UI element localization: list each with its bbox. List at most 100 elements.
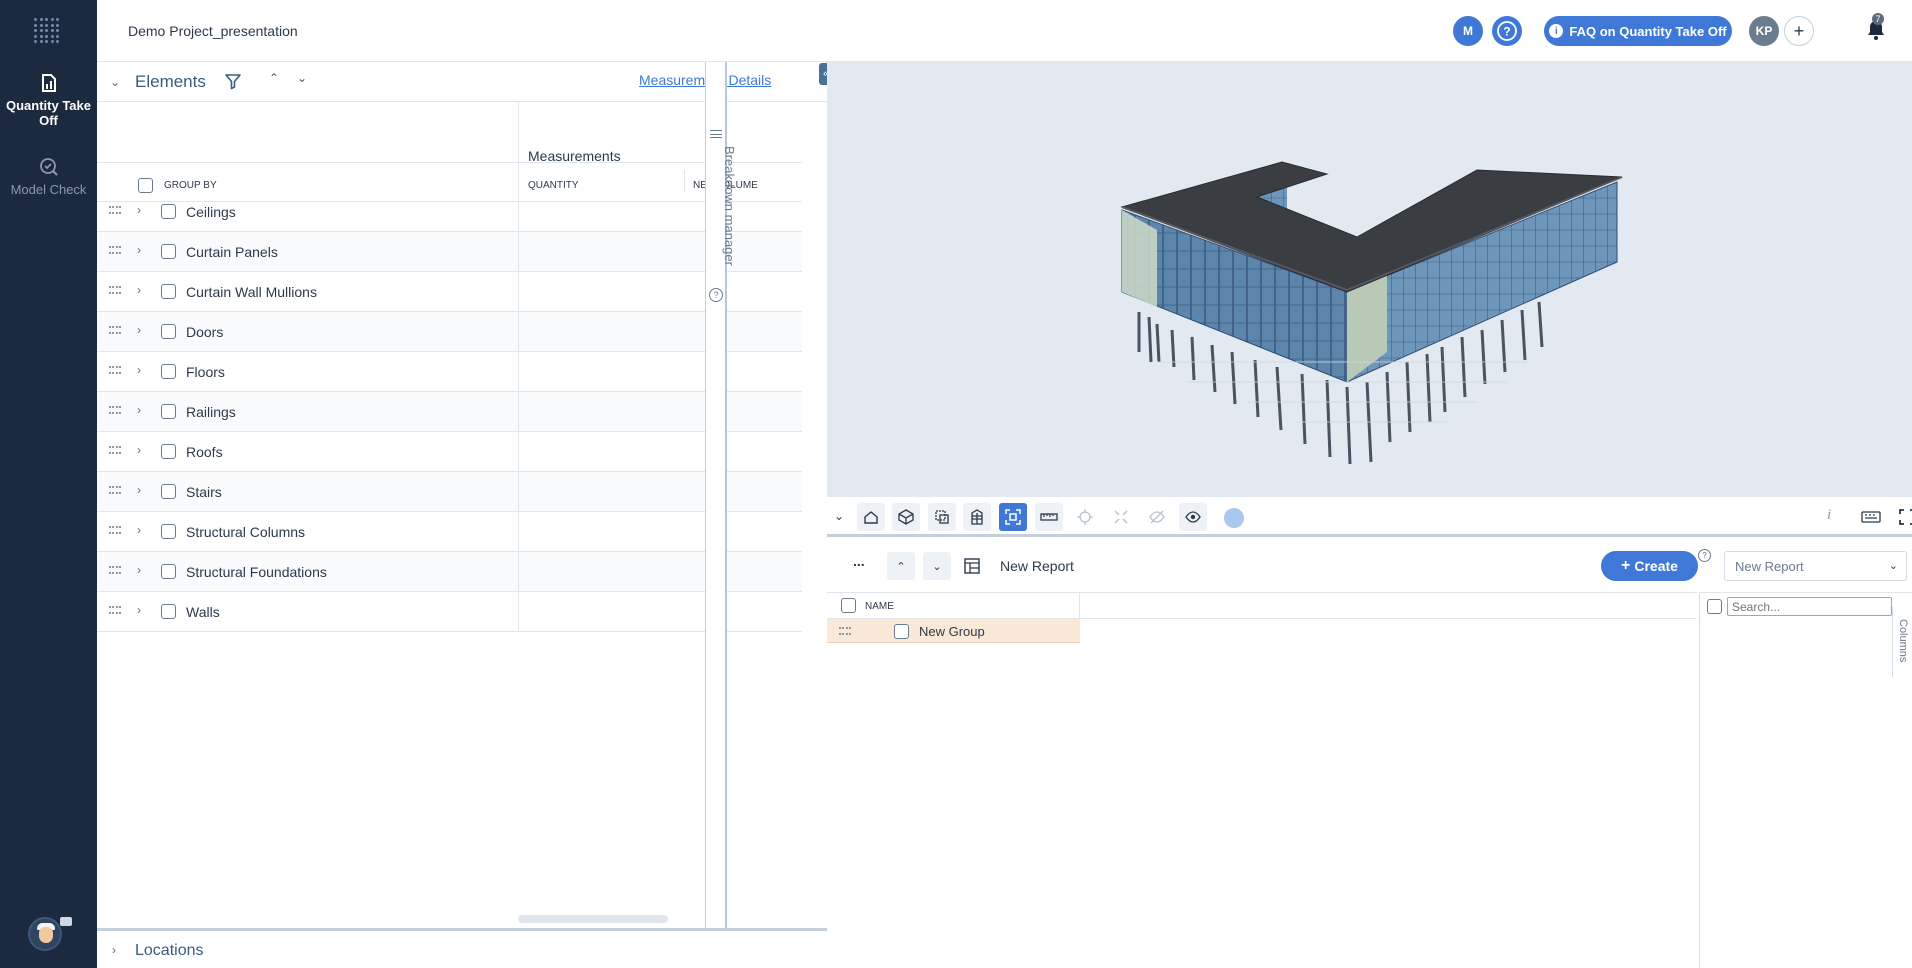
- chevron-right-icon[interactable]: ›: [137, 363, 141, 377]
- report-table-icon[interactable]: [958, 552, 986, 580]
- row-checkbox[interactable]: [161, 364, 176, 379]
- list-item[interactable]: › Walls: [97, 592, 802, 632]
- table-row[interactable]: New Group: [827, 619, 1080, 643]
- faq-button[interactable]: i FAQ on Quantity Take Off: [1544, 16, 1732, 46]
- more-options-icon[interactable]: ...: [853, 553, 865, 569]
- sidebar-item-label: Model Check: [10, 182, 87, 197]
- user-avatar[interactable]: KP: [1749, 16, 1779, 46]
- help-icon[interactable]: ?: [709, 288, 723, 302]
- expand-all-icon[interactable]: ⌄: [923, 552, 951, 580]
- row-checkbox[interactable]: [161, 284, 176, 299]
- chevron-right-icon[interactable]: ›: [137, 403, 141, 417]
- list-item[interactable]: › Doors: [97, 312, 802, 352]
- row-checkbox[interactable]: [161, 244, 176, 259]
- report-name: New Report: [1000, 558, 1074, 574]
- model-viewer[interactable]: [827, 62, 1912, 497]
- chevron-right-icon[interactable]: ›: [137, 243, 141, 257]
- help-icon[interactable]: ?: [1698, 549, 1711, 562]
- row-checkbox[interactable]: [894, 624, 909, 639]
- row-checkbox[interactable]: [161, 564, 176, 579]
- hide-icon[interactable]: [1143, 503, 1171, 531]
- drag-handle-icon[interactable]: [109, 326, 121, 336]
- drag-handle-icon[interactable]: [109, 606, 121, 616]
- drag-handle-icon[interactable]: [109, 366, 121, 376]
- list-item[interactable]: › Structural Foundations: [97, 552, 802, 592]
- list-item[interactable]: › Ceilings: [97, 192, 802, 232]
- expand-all-icon[interactable]: ⌄: [297, 71, 307, 85]
- chevron-right-icon[interactable]: ›: [112, 943, 116, 957]
- cube-icon[interactable]: [892, 503, 920, 531]
- list-item[interactable]: › Stairs: [97, 472, 802, 512]
- drag-handle-icon[interactable]: [109, 406, 121, 416]
- collapse-all-icon[interactable]: ⌃: [887, 552, 915, 580]
- report-select[interactable]: New Report ⌄: [1724, 551, 1907, 581]
- drag-handle-icon[interactable]: [109, 446, 121, 456]
- create-button[interactable]: + Create: [1601, 551, 1698, 581]
- chevron-right-icon[interactable]: ›: [137, 563, 141, 577]
- fit-view-icon[interactable]: [999, 503, 1027, 531]
- color-indicator[interactable]: [1224, 508, 1244, 528]
- locations-section[interactable]: › Locations: [97, 928, 827, 968]
- drag-handle-icon[interactable]: [109, 206, 121, 216]
- row-checkbox[interactable]: [161, 484, 176, 499]
- sidebar-item-model-check[interactable]: Model Check: [0, 156, 97, 197]
- horizontal-scrollbar[interactable]: [518, 915, 668, 923]
- name-header[interactable]: NAME: [865, 601, 894, 612]
- assistant-avatar[interactable]: [28, 917, 72, 951]
- section-box-icon[interactable]: [928, 503, 956, 531]
- drag-handle-icon[interactable]: [109, 286, 121, 296]
- list-item[interactable]: › Curtain Panels: [97, 232, 802, 272]
- app-logo-icon[interactable]: [34, 18, 60, 44]
- drag-handle-icon[interactable]: [109, 526, 121, 536]
- info-icon[interactable]: i: [1827, 507, 1831, 524]
- row-checkbox[interactable]: [161, 324, 176, 339]
- chevron-right-icon[interactable]: ›: [137, 203, 141, 217]
- building-icon[interactable]: [963, 503, 991, 531]
- drag-handle-icon[interactable]: [109, 566, 121, 576]
- columns-tab[interactable]: Columns: [1892, 607, 1912, 677]
- chevron-right-icon[interactable]: ›: [137, 443, 141, 457]
- list-item[interactable]: › Structural Columns: [97, 512, 802, 552]
- search-input[interactable]: [1727, 597, 1892, 616]
- show-icon[interactable]: [1179, 503, 1207, 531]
- row-checkbox[interactable]: [161, 404, 176, 419]
- select-all-checkbox[interactable]: [138, 178, 153, 193]
- add-user-button[interactable]: +: [1784, 16, 1814, 46]
- breakdown-manager-tab[interactable]: Breakdown manager ?: [706, 62, 737, 928]
- explode-icon[interactable]: [1107, 503, 1135, 531]
- measure-icon[interactable]: [1035, 503, 1063, 531]
- select-all-checkbox[interactable]: [841, 598, 856, 613]
- group-by-header[interactable]: GROUP BY: [164, 180, 217, 191]
- building-model[interactable]: [827, 62, 1912, 497]
- drag-handle-icon[interactable]: [109, 246, 121, 256]
- row-checkbox[interactable]: [161, 444, 176, 459]
- chevron-down-icon[interactable]: ⌄: [110, 75, 120, 89]
- chevron-right-icon[interactable]: ›: [137, 483, 141, 497]
- keyboard-icon[interactable]: [1857, 503, 1885, 531]
- list-item[interactable]: › Roofs: [97, 432, 802, 472]
- row-checkbox[interactable]: [161, 604, 176, 619]
- filter-icon[interactable]: [223, 71, 243, 91]
- quantity-header[interactable]: QUANTITY: [528, 180, 579, 191]
- row-checkbox[interactable]: [161, 524, 176, 539]
- list-item[interactable]: › Curtain Wall Mullions: [97, 272, 802, 312]
- collapse-all-icon[interactable]: ⌃: [269, 71, 279, 85]
- help-icon[interactable]: ?: [1492, 16, 1522, 46]
- chevron-right-icon[interactable]: ›: [137, 603, 141, 617]
- drag-handle-icon[interactable]: [109, 486, 121, 496]
- drag-handle-icon[interactable]: [839, 627, 851, 637]
- chevron-right-icon[interactable]: ›: [137, 283, 141, 297]
- list-item[interactable]: › Floors: [97, 352, 802, 392]
- select-all-columns-checkbox[interactable]: [1707, 599, 1722, 614]
- element-category-label: Walls: [186, 604, 220, 620]
- home-icon[interactable]: [857, 503, 885, 531]
- row-checkbox[interactable]: [161, 204, 176, 219]
- target-icon[interactable]: [1071, 503, 1099, 531]
- chevron-right-icon[interactable]: ›: [137, 323, 141, 337]
- chevron-down-icon[interactable]: ⌄: [834, 509, 844, 523]
- list-item[interactable]: › Railings: [97, 392, 802, 432]
- user-badge[interactable]: M: [1453, 16, 1483, 46]
- chevron-right-icon[interactable]: ›: [137, 523, 141, 537]
- sidebar-item-quantity-takeoff[interactable]: Quantity Take Off: [0, 72, 97, 128]
- fullscreen-icon[interactable]: [1893, 503, 1912, 531]
